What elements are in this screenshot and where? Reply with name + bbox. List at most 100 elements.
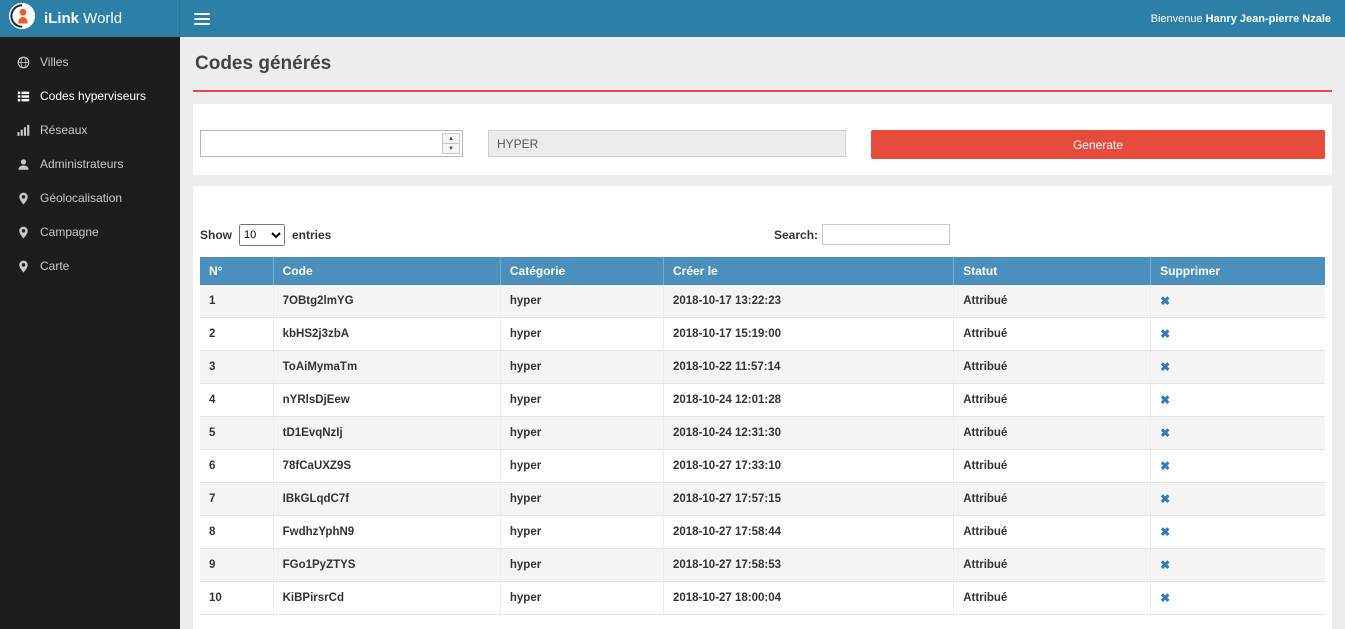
search-input[interactable]	[822, 224, 950, 245]
cell-delete: ✖	[1151, 516, 1325, 549]
table-row: 8FwdhzYphN9hyper2018-10-27 17:58:44Attri…	[200, 516, 1325, 549]
code-count-input[interactable]	[201, 131, 440, 156]
sidebar-item-administrateurs[interactable]: Administrateurs	[0, 147, 180, 181]
table-row: 7IBkGLqdC7fhyper2018-10-27 17:57:15Attri…	[200, 483, 1325, 516]
cell-delete: ✖	[1151, 549, 1325, 582]
column-header[interactable]: Catégorie	[500, 257, 663, 285]
delete-icon[interactable]: ✖	[1160, 558, 1170, 572]
spinner-down-icon[interactable]: ▼	[443, 144, 459, 153]
delete-icon[interactable]: ✖	[1160, 459, 1170, 473]
cell-num: 5	[200, 417, 273, 450]
cell-code: KiBPirsrCd	[273, 582, 500, 615]
table-row: 3ToAiMymaTmhyper2018-10-22 11:57:14Attri…	[200, 351, 1325, 384]
cell-code: nYRlsDjEew	[273, 384, 500, 417]
column-header[interactable]: Statut	[954, 257, 1151, 285]
sidebar-item-label: Villes	[40, 55, 68, 69]
hamburger-menu-icon[interactable]	[194, 10, 210, 28]
spinner-up-icon[interactable]: ▲	[443, 134, 459, 144]
cell-delete: ✖	[1151, 417, 1325, 450]
sidebar-item-label: Campagne	[40, 225, 99, 239]
sidebar-item-label: Codes hyperviseurs	[40, 89, 146, 103]
cell-created: 2018-10-24 12:31:30	[664, 417, 954, 450]
cell-num: 2	[200, 318, 273, 351]
cell-code: 7OBtg2lmYG	[273, 285, 500, 318]
cell-num: 7	[200, 483, 273, 516]
entries-label: entries	[292, 228, 331, 242]
table-header-row: N°CodeCatégorieCréer leStatutSupprimer	[200, 257, 1325, 285]
table-panel: Show 10 entries Search:	[193, 186, 1332, 629]
generator-panel: ▲ ▼ Generate	[193, 104, 1332, 175]
delete-icon[interactable]: ✖	[1160, 294, 1170, 308]
table-body: 17OBtg2lmYGhyper2018-10-17 13:22:23Attri…	[200, 285, 1325, 615]
cell-status: Attribué	[954, 351, 1151, 384]
welcome-text: Bienvenue Hanry Jean-pierre Nzale	[1151, 13, 1331, 25]
app-logo-icon	[8, 2, 36, 35]
page-length-control: Show 10 entries	[200, 224, 1325, 246]
generate-button[interactable]: Generate	[871, 130, 1325, 159]
cell-created: 2018-10-27 17:57:15	[664, 483, 954, 516]
delete-icon[interactable]: ✖	[1160, 360, 1170, 374]
show-label: Show	[200, 228, 232, 242]
cell-num: 8	[200, 516, 273, 549]
table-row: 2kbHS2j3zbAhyper2018-10-17 15:19:00Attri…	[200, 318, 1325, 351]
cell-category: hyper	[500, 417, 663, 450]
cell-code: FwdhzYphN9	[273, 516, 500, 549]
list-icon	[16, 89, 30, 103]
cell-code: tD1EvqNzIj	[273, 417, 500, 450]
sidebar-item-campagne[interactable]: Campagne	[0, 215, 180, 249]
cell-delete: ✖	[1151, 318, 1325, 351]
sidebar-item-reseaux[interactable]: Réseaux	[0, 113, 180, 147]
delete-icon[interactable]: ✖	[1160, 393, 1170, 407]
search-label: Search:	[774, 228, 818, 242]
codes-table: N°CodeCatégorieCréer leStatutSupprimer 1…	[200, 257, 1325, 615]
sidebar-item-label: Réseaux	[40, 123, 87, 137]
cell-category: hyper	[500, 318, 663, 351]
delete-icon[interactable]: ✖	[1160, 327, 1170, 341]
map-marker-icon	[16, 259, 30, 273]
cell-num: 1	[200, 285, 273, 318]
column-header[interactable]: Code	[273, 257, 500, 285]
sidebar-item-carte[interactable]: Carte	[0, 249, 180, 283]
topbar: iLink World Bienvenue Hanry Jean-pierre …	[0, 0, 1345, 37]
sidebar-item-codes-hyperviseurs[interactable]: Codes hyperviseurs	[0, 79, 180, 113]
delete-icon[interactable]: ✖	[1160, 492, 1170, 506]
column-header[interactable]: Supprimer	[1151, 257, 1325, 285]
cell-category: hyper	[500, 384, 663, 417]
delete-icon[interactable]: ✖	[1160, 591, 1170, 605]
brand[interactable]: iLink World	[0, 0, 180, 37]
cell-delete: ✖	[1151, 483, 1325, 516]
sidebar-item-villes[interactable]: Villes	[0, 45, 180, 79]
cell-code: ToAiMymaTm	[273, 351, 500, 384]
delete-icon[interactable]: ✖	[1160, 525, 1170, 539]
map-marker-icon	[16, 225, 30, 239]
code-count-field: ▲ ▼	[200, 130, 463, 157]
map-marker-icon	[16, 191, 30, 205]
cell-category: hyper	[500, 483, 663, 516]
cell-status: Attribué	[954, 285, 1151, 318]
sidebar-item-label: Administrateurs	[40, 157, 123, 171]
cell-category: hyper	[500, 351, 663, 384]
cell-created: 2018-10-27 18:00:04	[664, 582, 954, 615]
cell-num: 4	[200, 384, 273, 417]
cell-created: 2018-10-22 11:57:14	[664, 351, 954, 384]
app-window: iLink World Bienvenue Hanry Jean-pierre …	[0, 0, 1345, 629]
cell-status: Attribué	[954, 582, 1151, 615]
category-field	[488, 130, 846, 157]
column-header[interactable]: N°	[200, 257, 273, 285]
sidebar-item-geolocalisation[interactable]: Géolocalisation	[0, 181, 180, 215]
page-length-select[interactable]: 10	[239, 224, 285, 246]
cell-status: Attribué	[954, 516, 1151, 549]
cell-status: Attribué	[954, 450, 1151, 483]
cell-code: kbHS2j3zbA	[273, 318, 500, 351]
cell-delete: ✖	[1151, 582, 1325, 615]
delete-icon[interactable]: ✖	[1160, 426, 1170, 440]
cell-delete: ✖	[1151, 450, 1325, 483]
cell-created: 2018-10-24 12:01:28	[664, 384, 954, 417]
cell-created: 2018-10-17 15:19:00	[664, 318, 954, 351]
column-header[interactable]: Créer le	[664, 257, 954, 285]
title-divider	[193, 90, 1332, 92]
cell-delete: ✖	[1151, 285, 1325, 318]
page-title: Codes générés	[195, 53, 1332, 75]
sidebar-item-label: Géolocalisation	[40, 191, 122, 205]
main-content: Codes générés ▲ ▼ Generate Show	[180, 37, 1345, 629]
